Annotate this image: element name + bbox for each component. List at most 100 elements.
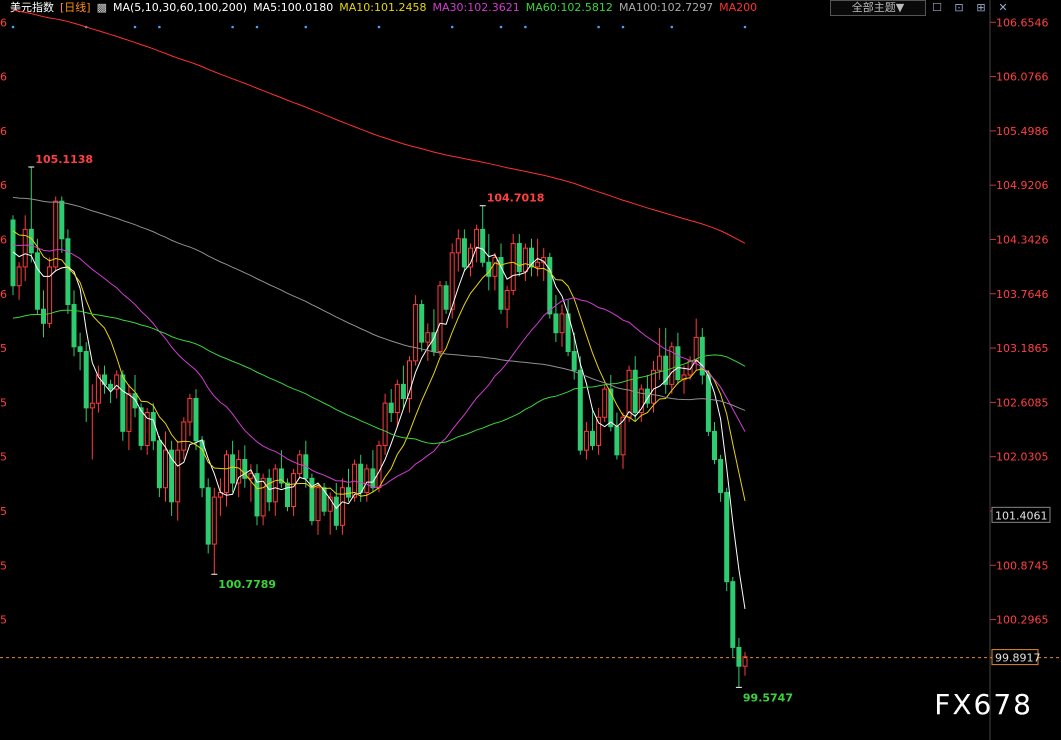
- left-y-tick-label: 6: [0, 16, 7, 29]
- candle-body: [285, 482, 290, 508]
- candle-body: [400, 383, 406, 399]
- candle-body: [547, 257, 553, 315]
- candlestick-chart[interactable]: 106.6546 6 106.0766 6 105.4986 6 104.9206 6 104.…: [0, 0, 1061, 740]
- candle-body: [315, 487, 321, 522]
- candle-body: [382, 402, 388, 446]
- candle-body: [736, 646, 742, 667]
- candle-body: [651, 369, 656, 404]
- candle-body: [163, 449, 168, 489]
- y-tick-label: 103.1865: [996, 342, 1049, 355]
- candle-body: [77, 346, 83, 353]
- candle-body: [571, 351, 577, 371]
- candle-body: [65, 238, 71, 306]
- y-tick-label: 106.6546: [996, 16, 1049, 29]
- left-y-tick-label: 5: [0, 614, 7, 627]
- candle-body: [339, 487, 345, 526]
- candle-body: [211, 496, 217, 545]
- fx678-watermark: FX678: [934, 688, 1033, 721]
- candle-body: [724, 491, 730, 583]
- event-dot: [158, 25, 161, 29]
- left-y-tick-label: 5: [0, 342, 7, 355]
- candle-body: [535, 261, 541, 268]
- event-dot: [597, 25, 600, 29]
- candle-body: [248, 473, 254, 479]
- candle-body: [480, 228, 486, 263]
- candle-body: [675, 346, 681, 381]
- candle-body: [59, 200, 65, 240]
- y-tick-label: 103.7646: [996, 288, 1049, 301]
- candle-body: [376, 444, 382, 489]
- y-tick-label: 106.0766: [996, 71, 1049, 84]
- extreme-label-low2: 99.5747: [743, 691, 793, 704]
- extreme-label-low1: 100.7789: [218, 578, 276, 591]
- y-tick-label: 102.0305: [996, 451, 1049, 464]
- candle-body: [577, 369, 583, 451]
- candle-body: [181, 421, 187, 451]
- left-y-tick-label: 5: [0, 451, 7, 464]
- candle-body: [504, 289, 510, 310]
- candle-body: [455, 238, 461, 254]
- left-y-tick-label: 5: [0, 505, 7, 518]
- candle-body: [236, 459, 242, 484]
- candle-body: [602, 388, 608, 418]
- candle-body: [28, 228, 34, 254]
- candle-body: [370, 468, 376, 489]
- candle-body: [510, 242, 516, 291]
- event-dot: [450, 25, 454, 29]
- candle-body: [614, 426, 620, 456]
- candle-body: [413, 304, 419, 362]
- event-dot: [621, 25, 625, 29]
- candle-body: [89, 402, 95, 409]
- ma200-line: [12, 9, 746, 244]
- candle-body: [132, 393, 138, 409]
- left-y-tick-label: 6: [0, 233, 7, 246]
- candle-body: [712, 430, 717, 461]
- y-tick-label: 100.2965: [996, 614, 1049, 627]
- extreme-label-high1: 105.1138: [35, 153, 93, 166]
- extreme-label-high2: 104.7018: [487, 192, 545, 205]
- candle-body: [516, 242, 522, 273]
- event-dot: [377, 25, 381, 29]
- event-dot: [231, 25, 234, 29]
- candle-body: [193, 397, 199, 442]
- candle-body: [559, 313, 565, 334]
- left-y-tick-label: 5: [0, 396, 7, 409]
- candle-body: [230, 454, 236, 484]
- y-tick-label: 104.3426: [996, 233, 1049, 246]
- candle-body: [126, 393, 132, 432]
- event-dot: [133, 25, 137, 29]
- candle-body: [41, 308, 46, 324]
- candle-body: [394, 383, 400, 414]
- event-dot: [11, 25, 15, 29]
- candle-body: [730, 581, 736, 648]
- ma10-price-label: 101.4061: [995, 509, 1048, 522]
- candle-body: [138, 407, 144, 446]
- candle-body: [419, 304, 425, 343]
- candle-body: [156, 440, 162, 489]
- event-dot: [499, 25, 503, 29]
- candle-body: [34, 252, 40, 310]
- left-y-tick-label: 6: [0, 288, 7, 301]
- candle-body: [260, 477, 266, 517]
- candle-body: [205, 487, 211, 545]
- candle-body: [346, 487, 351, 498]
- event-dot: [255, 25, 259, 29]
- candle-body: [590, 430, 595, 446]
- candle-body: [187, 397, 193, 423]
- candle-body: [437, 285, 443, 353]
- y-tick-label: 100.8745: [996, 559, 1049, 572]
- candle-body: [120, 374, 126, 432]
- candle-body: [333, 496, 339, 526]
- candle-body: [718, 459, 724, 493]
- event-dot: [524, 25, 527, 29]
- candle-body: [626, 369, 632, 418]
- candle-body: [596, 416, 602, 446]
- event-dot: [670, 25, 674, 29]
- candle-body: [16, 266, 22, 287]
- candle-body: [705, 374, 711, 432]
- candle-body: [175, 449, 181, 503]
- y-tick-label: 104.9206: [996, 179, 1049, 192]
- candle-body: [150, 412, 156, 442]
- candle-body: [108, 383, 114, 390]
- candle-body: [522, 247, 528, 273]
